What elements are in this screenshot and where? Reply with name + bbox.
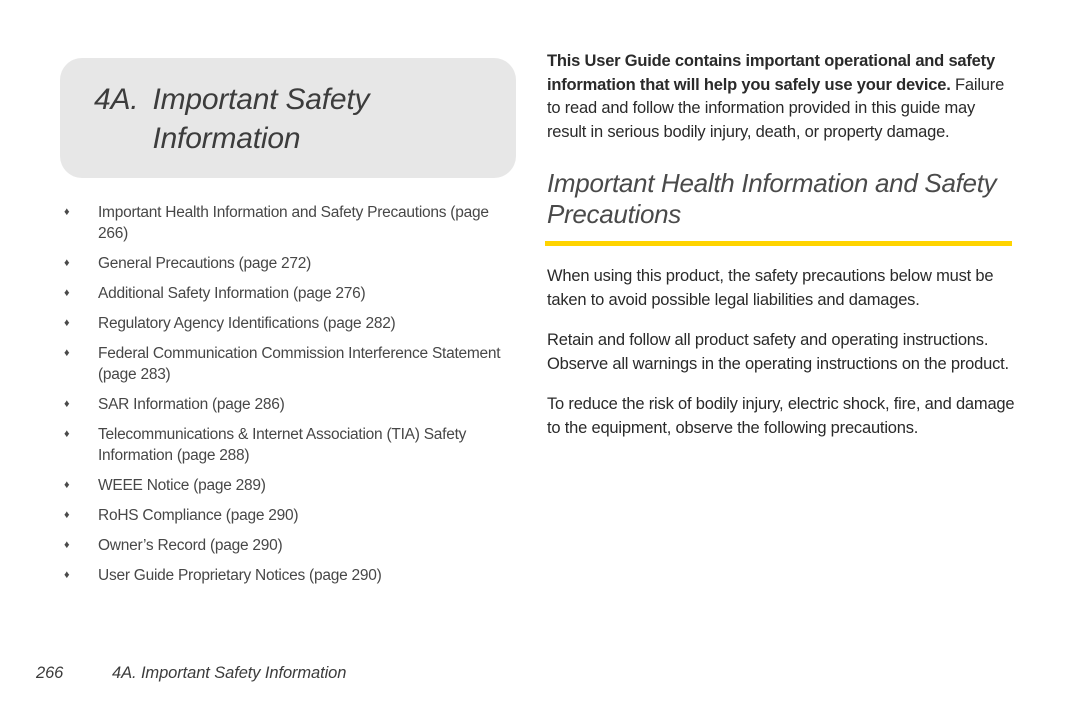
list-item[interactable]: ♦ User Guide Proprietary Notices (page 2… <box>60 565 520 586</box>
diamond-bullet-icon: ♦ <box>64 539 70 551</box>
diamond-bullet-icon: ♦ <box>64 257 70 269</box>
list-item[interactable]: ♦ WEEE Notice (page 289) <box>60 475 520 496</box>
list-item-label: Regulatory Agency Identifications (page … <box>98 315 396 332</box>
right-column: This User Guide contains important opera… <box>545 50 1017 440</box>
body-paragraph: To reduce the risk of bodily injury, ele… <box>547 395 1015 437</box>
list-item-label: General Precautions (page 272) <box>98 255 312 272</box>
body-paragraph: When using this product, the safety prec… <box>547 267 994 309</box>
list-item[interactable]: ♦ Telecommunications & Internet Associat… <box>60 424 520 466</box>
list-item-label: User Guide Proprietary Notices (page 290… <box>98 567 382 584</box>
chapter-number: 4A. <box>94 83 139 116</box>
list-item[interactable]: ♦ Federal Communication Commission Inter… <box>60 343 520 385</box>
intro-bold-lead: This User Guide contains important opera… <box>547 52 995 94</box>
list-item[interactable]: ♦ RoHS Compliance (page 290) <box>60 505 520 526</box>
list-item-label: Important Health Information and Safety … <box>98 204 489 242</box>
list-item[interactable]: ♦ Important Health Information and Safet… <box>60 202 520 244</box>
list-item[interactable]: ♦ SAR Information (page 286) <box>60 394 520 415</box>
diamond-bullet-icon: ♦ <box>64 347 70 359</box>
list-item-label: WEEE Notice (page 289) <box>98 477 266 494</box>
diamond-bullet-icon: ♦ <box>64 398 70 410</box>
list-item[interactable]: ♦ Regulatory Agency Identifications (pag… <box>60 313 520 334</box>
table-of-contents: ♦ Important Health Information and Safet… <box>60 202 520 586</box>
list-item-label: Telecommunications & Internet Associatio… <box>98 426 467 464</box>
section-divider-rule <box>545 241 1012 246</box>
list-item-label: Additional Safety Information (page 276) <box>98 285 366 302</box>
list-item[interactable]: ♦ Additional Safety Information (page 27… <box>60 283 520 304</box>
footer-running-title: 4A. Important Safety Information <box>112 664 347 682</box>
list-item-label: SAR Information (page 286) <box>98 396 285 413</box>
document-page: 4A. Important Safety Information ♦ Impor… <box>0 0 1080 720</box>
diamond-bullet-icon: ♦ <box>64 206 70 218</box>
intro-paragraph: This User Guide contains important opera… <box>547 50 1017 144</box>
body-paragraph: Retain and follow all product safety and… <box>547 331 1009 373</box>
list-item[interactable]: ♦ Owner’s Record (page 290) <box>60 535 520 556</box>
diamond-bullet-icon: ♦ <box>64 317 70 329</box>
left-column: 4A. Important Safety Information ♦ Impor… <box>60 58 520 595</box>
diamond-bullet-icon: ♦ <box>64 569 70 581</box>
list-item-label: Federal Communication Commission Interfe… <box>98 345 501 383</box>
diamond-bullet-icon: ♦ <box>64 287 70 299</box>
page-title: 4A. Important Safety Information <box>94 80 492 158</box>
section-heading: Important Health Information and Safety … <box>547 168 997 229</box>
list-item[interactable]: ♦ General Precautions (page 272) <box>60 253 520 274</box>
chapter-name: Important Safety Information <box>152 83 370 155</box>
list-item-label: Owner’s Record (page 290) <box>98 537 283 554</box>
diamond-bullet-icon: ♦ <box>64 479 70 491</box>
diamond-bullet-icon: ♦ <box>64 428 70 440</box>
page-footer: 266 4A. Important Safety Information <box>36 664 346 683</box>
chapter-banner: 4A. Important Safety Information <box>60 58 516 178</box>
diamond-bullet-icon: ♦ <box>64 509 70 521</box>
footer-page-number: 266 <box>36 664 64 682</box>
list-item-label: RoHS Compliance (page 290) <box>98 507 299 524</box>
